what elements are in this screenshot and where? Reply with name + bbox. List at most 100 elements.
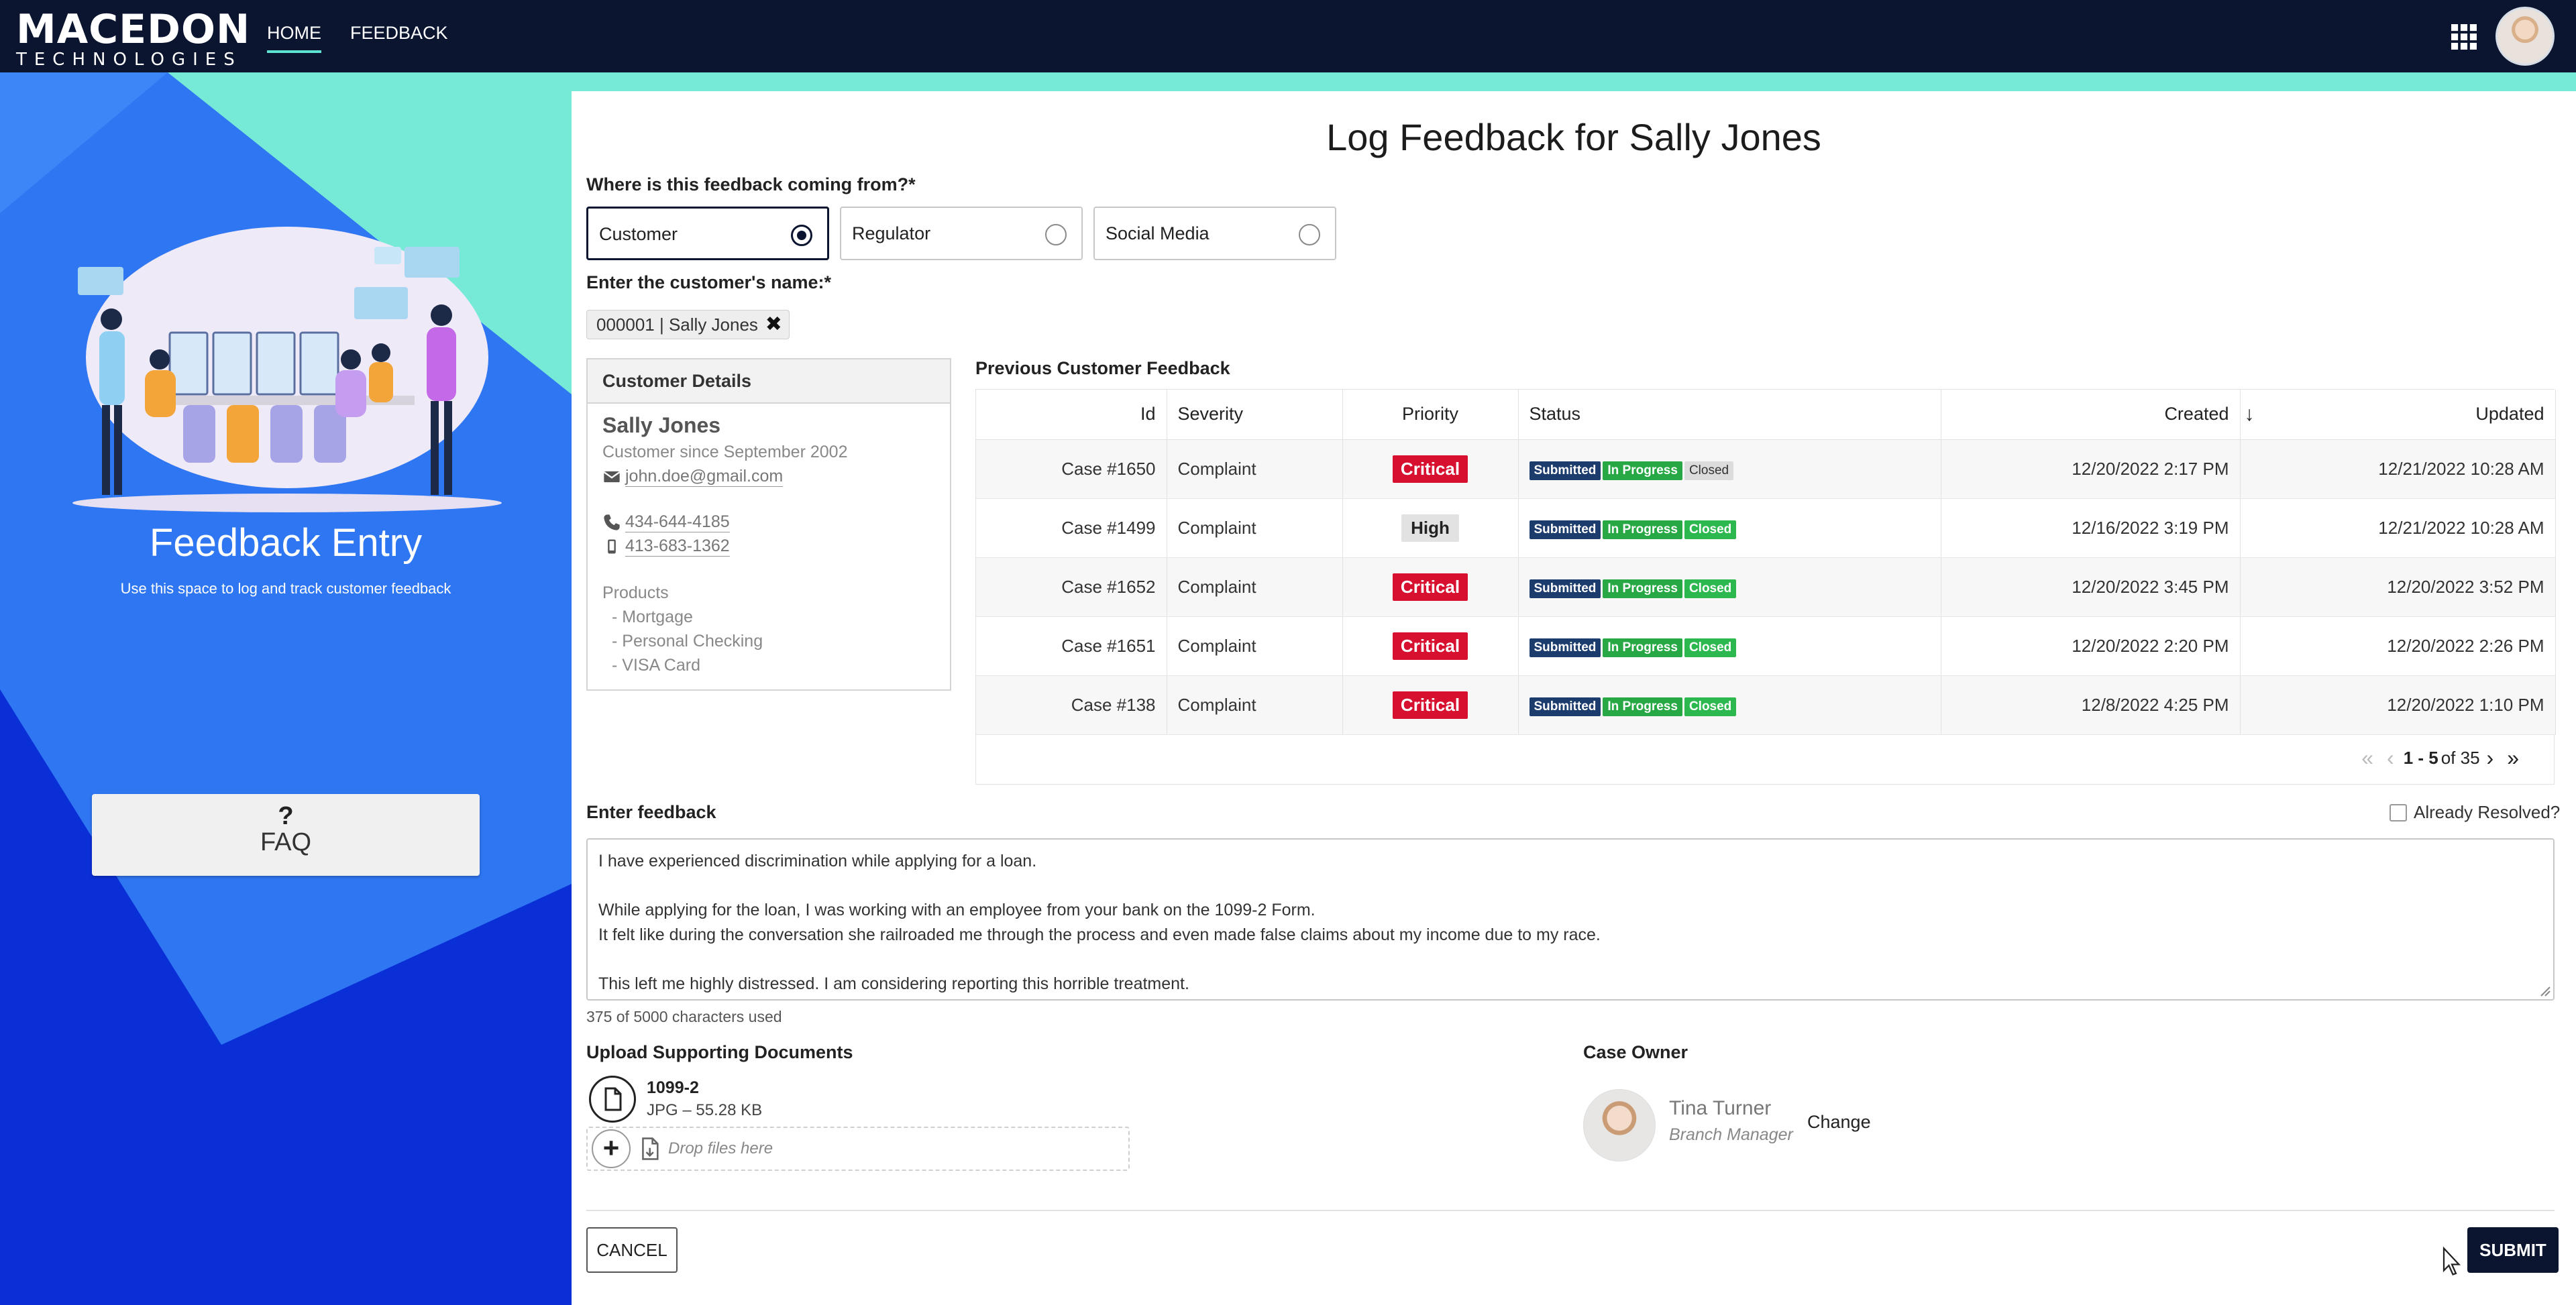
status-badge: In Progress <box>1603 461 1682 480</box>
faq-button[interactable]: ? FAQ <box>92 794 480 876</box>
customer-mobile-link[interactable]: 413-683-1362 <box>625 536 730 557</box>
add-file-button[interactable]: + <box>592 1129 631 1168</box>
status-badge: Submitted <box>1529 579 1601 598</box>
source-option-label: Customer <box>599 224 678 244</box>
resize-grip-icon[interactable] <box>2538 984 2551 997</box>
priority-cell: Critical <box>1342 675 1519 735</box>
character-count: 375 of 5000 characters used <box>586 1008 782 1025</box>
product-item: - Personal Checking <box>612 632 763 650</box>
priority-badge: Critical <box>1392 691 1468 719</box>
status-cell: Submitted In Progress Closed <box>1518 675 1941 735</box>
feedback-label: Enter feedback <box>586 802 716 822</box>
column-header-id[interactable]: Id <box>976 390 1167 440</box>
upload-label: Upload Supporting Documents <box>586 1042 853 1062</box>
user-avatar[interactable] <box>2496 7 2555 66</box>
table-row[interactable]: Case #1652 Complaint Critical Submitted In P… <box>976 557 2556 617</box>
case-owner-avatar <box>1583 1089 1656 1161</box>
table-row[interactable]: Case #1651 Complaint Critical Submitted In P… <box>976 616 2556 676</box>
customer-name-text: Enter the customer's name: <box>586 272 824 292</box>
drop-files-placeholder: Drop files here <box>668 1139 773 1157</box>
radio-selected-icon <box>791 225 812 246</box>
status-badge: In Progress <box>1603 579 1682 598</box>
status-badge: Submitted <box>1529 520 1601 539</box>
product-item: - Mortgage <box>612 608 693 626</box>
apps-grid-icon[interactable] <box>2451 24 2477 50</box>
feedback-textarea[interactable]: I have experienced discrimination while … <box>586 838 2555 1001</box>
case-id-cell[interactable]: Case #1651 <box>976 616 1167 676</box>
priority-cell: High <box>1342 498 1519 558</box>
column-header-status[interactable]: Status <box>1518 390 1941 440</box>
change-owner-link[interactable]: Change <box>1807 1112 1871 1133</box>
status-badge: Submitted <box>1529 638 1601 657</box>
updated-cell: 12/20/2022 2:26 PM <box>2240 616 2556 676</box>
submit-button[interactable]: SUBMIT <box>2467 1227 2559 1273</box>
feedback-line: I have experienced discrimination while … <box>598 852 1037 870</box>
severity-cell: Complaint <box>1167 439 1343 499</box>
status-cell: Submitted In Progress Closed <box>1518 616 1941 676</box>
column-header-severity[interactable]: Severity <box>1167 390 1343 440</box>
table-row[interactable]: Case #138 Complaint Critical Submitted In Pr… <box>976 675 2556 735</box>
phone-icon <box>604 514 620 530</box>
customer-details-card: Customer Details Sally Jones Customer si… <box>586 358 951 691</box>
company-logo[interactable]: MACEDON TECHNOLOGIES <box>16 9 250 68</box>
status-badge: Closed <box>1684 579 1737 598</box>
customer-mobile-row: 413-683-1362 <box>602 536 730 557</box>
column-header-priority[interactable]: Priority <box>1342 390 1519 440</box>
source-question-text: Where is this feedback coming from? <box>586 174 909 194</box>
updated-cell: 12/21/2022 10:28 AM <box>2240 498 2556 558</box>
mobile-phone-icon <box>608 539 616 554</box>
case-id-cell[interactable]: Case #1652 <box>976 557 1167 617</box>
status-badge: In Progress <box>1603 520 1682 539</box>
already-resolved-checkbox[interactable] <box>2390 803 2407 821</box>
nav-feedback-link[interactable]: FEEDBACK <box>350 23 448 44</box>
already-resolved-toggle[interactable]: Already Resolved? <box>2390 802 2560 823</box>
page-title: Log Feedback for Sally Jones <box>1326 116 1821 158</box>
case-id-cell[interactable]: Case #138 <box>976 675 1167 735</box>
source-option-regulator[interactable]: Regulator <box>840 207 1083 260</box>
case-id-cell[interactable]: Case #1499 <box>976 498 1167 558</box>
column-header-created[interactable]: Created ↓ <box>1941 390 2255 440</box>
severity-cell: Complaint <box>1167 616 1343 676</box>
source-option-social-media[interactable]: Social Media <box>1093 207 1336 260</box>
column-header-created-label: Created <box>2164 404 2229 424</box>
priority-badge: High <box>1401 514 1459 542</box>
column-header-updated[interactable]: Updated <box>2240 390 2556 440</box>
previous-page-icon[interactable]: ‹ <box>2387 746 2394 771</box>
last-page-icon[interactable]: » <box>2507 746 2519 771</box>
table-row[interactable]: Case #1499 Complaint High Submitted In Progr… <box>976 498 2556 558</box>
table-row[interactable]: Case #1650 Complaint Critical Submitted In P… <box>976 439 2556 499</box>
radio-empty-icon <box>1045 224 1067 245</box>
products-label: Products <box>602 583 669 602</box>
source-option-label: Social Media <box>1106 223 1210 243</box>
envelope-icon <box>603 471 621 483</box>
source-question-label: Where is this feedback coming from?* <box>586 174 916 195</box>
required-marker: * <box>824 272 832 292</box>
feedback-line <box>598 947 2542 972</box>
updated-cell: 12/20/2022 1:10 PM <box>2240 675 2556 735</box>
customer-name: Sally Jones <box>602 413 721 437</box>
case-id-cell[interactable]: Case #1650 <box>976 439 1167 499</box>
cancel-button[interactable]: CANCEL <box>586 1227 678 1273</box>
uploaded-file-name[interactable]: 1099-2 <box>647 1078 699 1098</box>
left-info-panel: Feedback Entry Use this space to log and… <box>0 72 572 1305</box>
source-option-customer[interactable]: Customer <box>586 207 829 260</box>
next-page-icon[interactable]: › <box>2487 746 2494 771</box>
logo-wordmark: MACEDON <box>16 6 251 53</box>
feedback-form-card: Log Feedback for Sally Jones Where is th… <box>572 91 2576 1305</box>
status-badge: Closed <box>1684 520 1737 539</box>
customer-email-row: john.doe@gmail.com <box>602 467 784 487</box>
case-owner-role: Branch Manager <box>1669 1125 1793 1144</box>
priority-cell: Critical <box>1342 616 1519 676</box>
remove-chip-icon[interactable]: ✖ <box>765 310 782 339</box>
customer-email-link[interactable]: john.doe@gmail.com <box>625 467 784 487</box>
file-drop-zone[interactable]: + Drop files here <box>586 1127 1130 1171</box>
status-cell: Submitted In Progress Closed <box>1518 498 1941 558</box>
sort-descending-icon[interactable]: ↓ <box>2245 403 2255 426</box>
customer-phone-link[interactable]: 434-644-4185 <box>625 512 730 532</box>
first-page-icon[interactable]: « <box>2361 746 2373 771</box>
customer-since: Customer since September 2002 <box>602 443 848 461</box>
nav-home-link[interactable]: HOME <box>267 23 321 53</box>
feedback-line: While applying for the loan, I was worki… <box>598 901 1316 919</box>
status-badge: Submitted <box>1529 461 1601 480</box>
question-mark-icon: ? <box>278 802 294 830</box>
